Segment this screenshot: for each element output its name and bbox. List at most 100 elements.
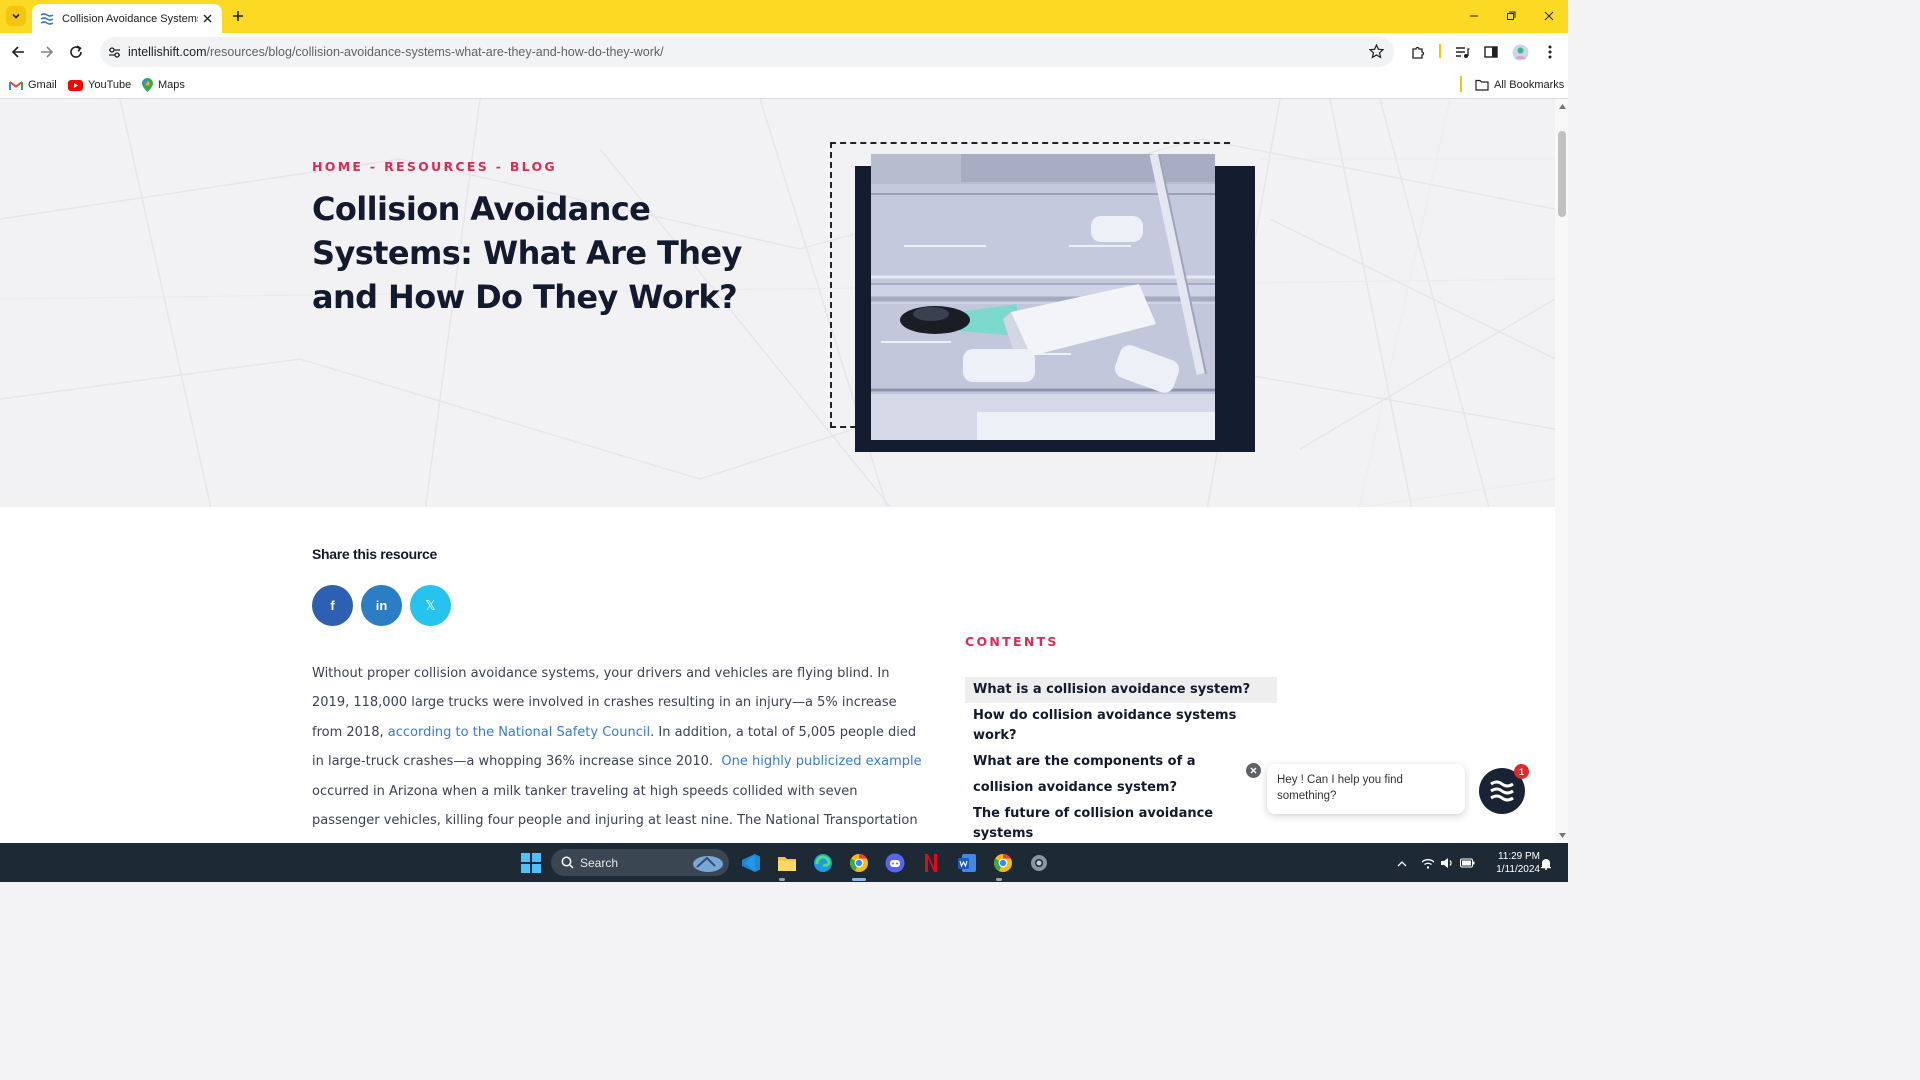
search-highlight-icon [693,855,723,872]
taskbar-word[interactable] [954,850,980,876]
wifi-status[interactable] [1420,855,1436,871]
side-panel-button[interactable] [1482,43,1500,61]
share-x-button[interactable]: 𝕏 [410,585,451,626]
close-icon [1544,11,1554,21]
tab-search-button[interactable] [6,6,26,26]
breadcrumb: HOME - RESOURCES - BLOG [312,159,557,174]
site-settings-icon[interactable] [106,44,122,60]
chat-notification-badge: 1 [1514,764,1529,779]
bookmark-star-button[interactable] [1368,43,1385,64]
plus-icon [233,11,243,21]
hero-image-collision-avoidance [871,154,1215,440]
scroll-up-arrow[interactable] [1558,102,1566,110]
chrome-menu-button[interactable] [1541,43,1559,61]
url-text: intellishift.com/resources/blog/collisio… [128,45,664,59]
close-icon [203,14,211,23]
chevron-up-icon [1397,860,1407,866]
table-of-contents: What is a collision avoidance system? Ho… [965,677,1277,843]
taskbar-vscode[interactable] [738,850,764,876]
minimize-button[interactable] [1466,8,1482,24]
gmail-icon [9,80,23,90]
windows-taskbar: Search 11:29 PM 1/11/2024 [0,843,1568,882]
close-window-button[interactable] [1541,8,1557,24]
breadcrumb-separator: - [489,159,510,174]
breadcrumb-blog[interactable]: BLOG [510,159,557,174]
tab-title: Collision Avoidance Systems: W [62,12,198,25]
gear-icon [1031,855,1047,871]
close-icon [1250,767,1257,774]
breadcrumb-resources[interactable]: RESOURCES [384,159,489,174]
netflix-icon [925,854,937,872]
youtube-icon [68,79,83,91]
linkedin-icon: in [375,598,388,613]
tab-close-button[interactable] [200,12,214,26]
chat-dismiss-button[interactable] [1246,763,1261,778]
scroll-down-arrow[interactable] [1558,831,1566,839]
triangle-up-icon [1558,103,1566,109]
share-linkedin-button[interactable]: in [361,585,402,626]
taskbar-settings[interactable] [1026,850,1052,876]
page-scrollbar[interactable] [1555,99,1568,843]
taskbar-netflix[interactable] [918,850,944,876]
taskbar-file-explorer[interactable] [774,850,800,876]
volume-control[interactable] [1439,855,1455,871]
arrow-left-icon [11,46,24,58]
nsc-source-link[interactable]: according to the National Safety Council [388,725,650,740]
media-controls-button[interactable] [1453,43,1471,61]
minimize-icon [1470,15,1478,17]
facebook-icon: f [330,598,335,613]
reload-icon [70,45,82,58]
bookmark-label: Maps [158,79,185,91]
bookmarks-divider [1460,76,1462,92]
back-button[interactable] [8,42,28,62]
folder-icon [1475,79,1489,91]
active-tab[interactable]: Collision Avoidance Systems: W [32,4,222,33]
clock-date: 1/11/2024 [1496,864,1540,875]
word-icon [958,854,976,872]
new-tab-button[interactable] [230,8,246,24]
share-heading: Share this resource [312,546,438,562]
extensions-button[interactable] [1409,43,1427,61]
bookmark-label: Gmail [28,79,57,91]
panel-notch [0,507,765,547]
url-host: intellishift.com [128,45,207,59]
folder-icon [778,856,796,871]
share-facebook-button[interactable]: f [312,585,353,626]
toc-item-how-work[interactable]: How do collision avoidance systems work? [965,703,1277,749]
bookmark-maps[interactable]: Maps [142,75,185,95]
forward-button[interactable] [37,42,57,62]
bookmark-gmail[interactable]: Gmail [9,75,57,95]
notification-center-button[interactable] [1538,855,1554,871]
taskbar-search[interactable]: Search [551,849,729,876]
profile-button[interactable] [1511,43,1529,61]
more-vert-icon [1548,45,1552,59]
bookmark-youtube[interactable]: YouTube [68,75,131,95]
windows-logo-icon [521,853,541,873]
taskbar-chrome-profile[interactable] [846,850,872,876]
toc-item-future[interactable]: The future of collision avoidance system… [965,801,1277,843]
breadcrumb-home[interactable]: HOME [312,159,363,174]
all-bookmarks-label: All Bookmarks [1494,79,1565,91]
taskbar-edge[interactable] [810,850,836,876]
toc-item-components[interactable]: What are the components of a collision a… [965,749,1235,801]
taskbar-chrome[interactable] [990,850,1016,876]
example-link[interactable]: One highly publicized example [721,754,921,769]
system-clock[interactable]: 11:29 PM 1/11/2024 [1480,850,1540,876]
all-bookmarks-button[interactable]: All Bookmarks [1475,75,1564,95]
reload-button[interactable] [66,42,86,62]
chat-prompt[interactable]: Hey ! Can I help you find something? [1267,764,1465,814]
running-app-indicator [996,878,1002,881]
address-bar[interactable]: intellishift.com/resources/blog/collisio… [100,37,1394,67]
tray-overflow-button[interactable] [1394,855,1410,871]
side-panel-icon [1484,46,1498,58]
restore-button[interactable] [1503,8,1519,24]
start-button[interactable] [518,850,544,876]
bell-icon [1541,858,1551,870]
scroll-thumb[interactable] [1558,131,1566,217]
battery-status[interactable] [1459,855,1475,871]
map-pattern-background [0,99,1555,549]
taskbar-discord[interactable] [882,850,908,876]
maps-icon [142,78,153,92]
toc-item-what-is[interactable]: What is a collision avoidance system? [965,677,1277,703]
chrome-icon [850,854,868,872]
